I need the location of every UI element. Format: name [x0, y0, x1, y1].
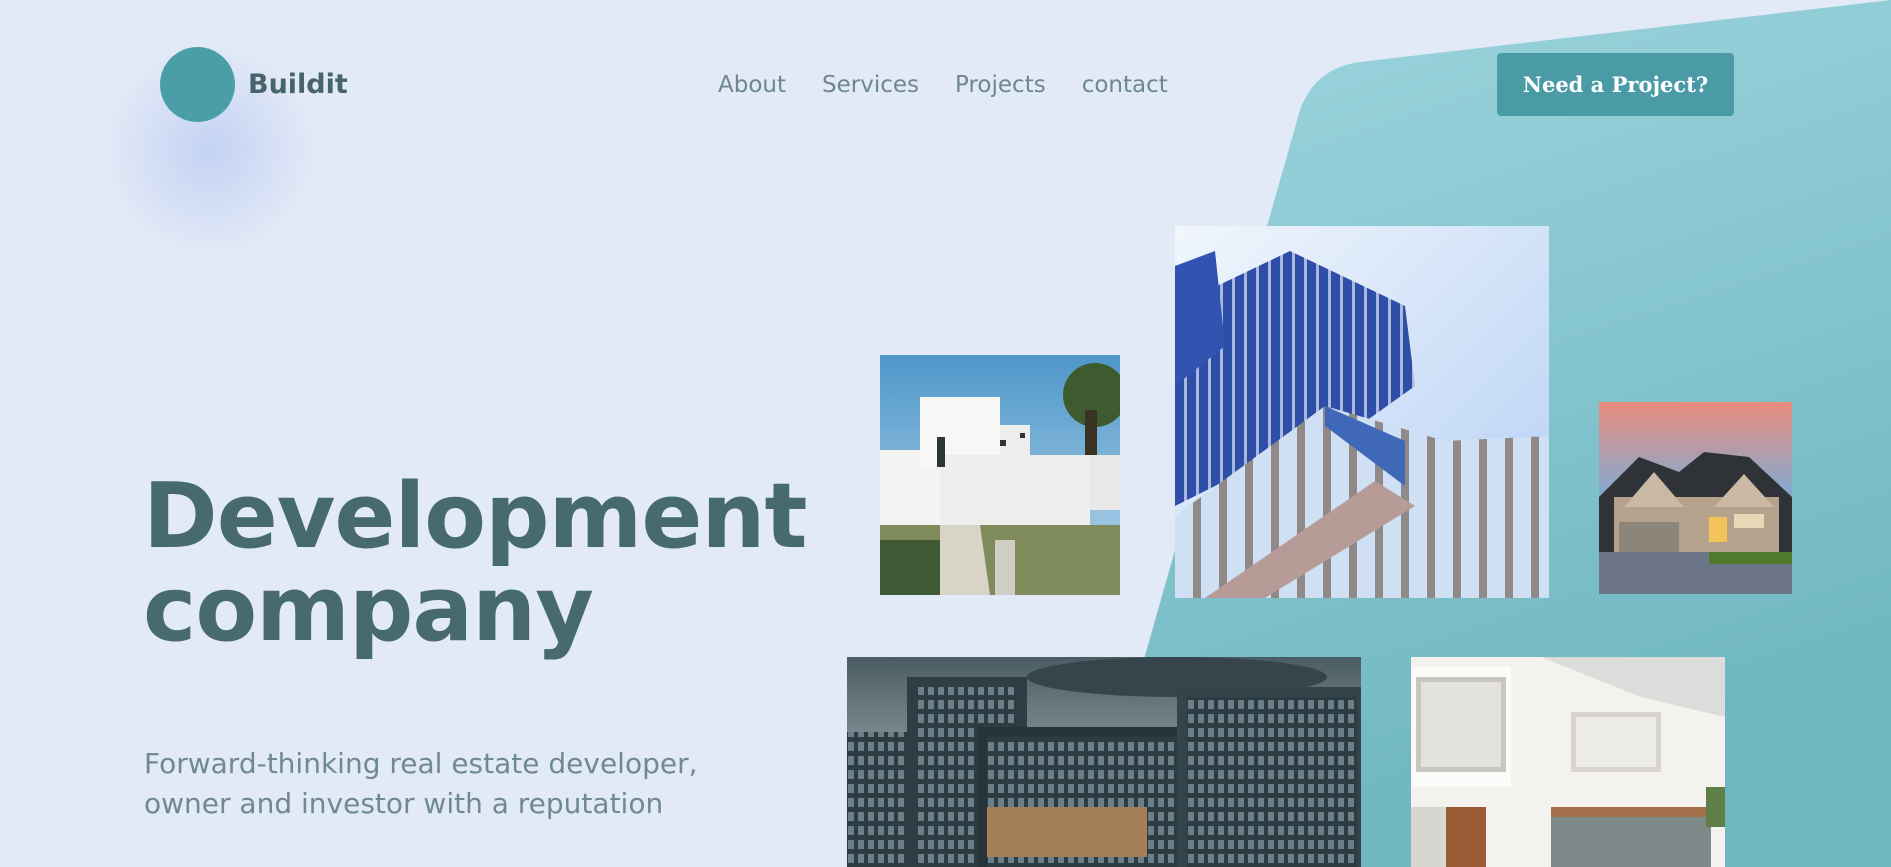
gallery-image-house [1599, 402, 1792, 594]
hero-subtitle-line2: owner and investor with a reputation [144, 787, 664, 820]
nav-about[interactable]: About [718, 72, 786, 98]
nav-contact[interactable]: contact [1082, 72, 1168, 98]
gallery-image-villa [880, 355, 1120, 595]
main-nav: About Services Projects contact [718, 72, 1168, 98]
hero-title-line1: Development [143, 464, 807, 569]
gallery-image-modern-house [1411, 657, 1725, 867]
nav-services[interactable]: Services [822, 72, 919, 98]
hero-subtitle: Forward-thinking real estate developer, … [144, 744, 704, 824]
brand-logo[interactable]: Buildit [160, 47, 348, 122]
need-project-button[interactable]: Need a Project? [1497, 53, 1734, 116]
gallery-image-skyscraper [1175, 226, 1549, 598]
hero-title-line2: company [143, 557, 594, 662]
gallery-image-office-buildings [847, 657, 1361, 867]
hero-subtitle-line1: Forward-thinking real estate developer, [144, 747, 698, 780]
logo-circle-icon [160, 47, 235, 122]
hero-title: Development company [143, 470, 807, 656]
nav-projects[interactable]: Projects [955, 72, 1046, 98]
brand-name: Buildit [248, 69, 348, 100]
